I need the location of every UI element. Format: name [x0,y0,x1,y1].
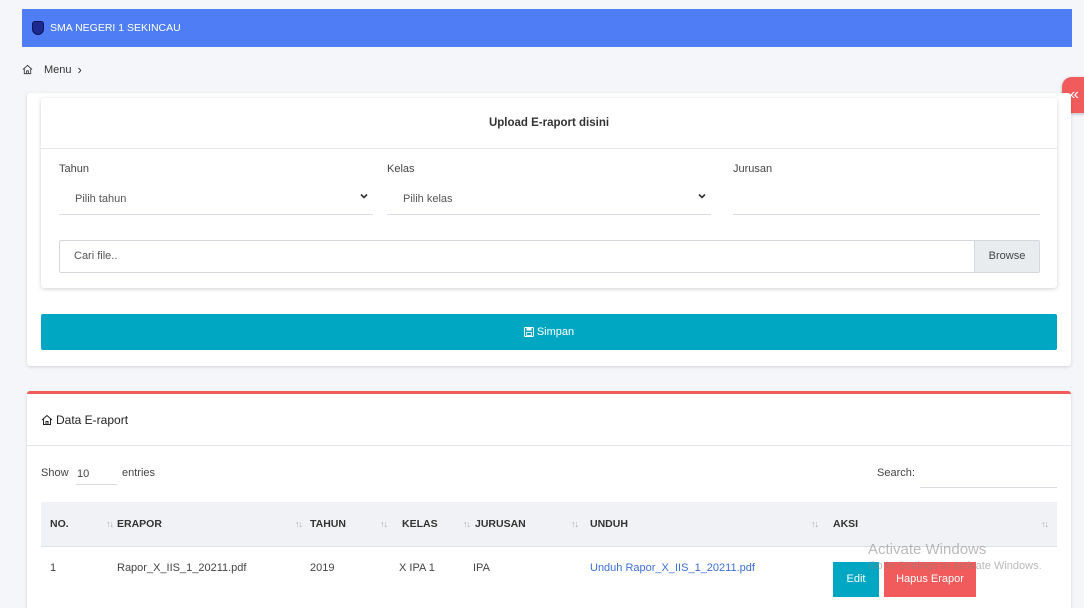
search-label: Search: [877,467,915,479]
cell-no: 1 [50,562,57,574]
file-input[interactable]: Cari file.. [74,241,117,272]
column-header-unduh[interactable]: UNDUH [590,502,628,546]
column-header-jurusan[interactable]: JURUSAN [475,502,526,546]
sort-icon[interactable]: ↑↓ [1041,519,1049,529]
floppy-disk-icon [523,327,534,337]
double-chevron-left-icon: « [1070,86,1079,103]
search-input[interactable] [920,463,1057,488]
column-header-kelas[interactable]: KELAS [402,502,438,546]
table-header-row: NO. ↑↓ ERAPOR ↑↓ TAHUN ↑↓ KELAS ↑↓ JURUS… [41,502,1057,547]
app-title: SMA NEGERI 1 SEKINCAU [50,22,181,34]
school-logo-icon [32,21,44,35]
breadcrumb-separator: › [77,62,82,77]
menu-link[interactable]: Menu [44,64,72,76]
cell-kelas: X IPA 1 [399,562,435,574]
sort-icon[interactable]: ↑↓ [571,519,579,529]
breadcrumb: Menu › [22,62,82,77]
column-header-tahun[interactable]: TAHUN [310,502,346,546]
delete-eraport-button[interactable]: Hapus Erapor [884,562,976,597]
sort-icon[interactable]: ↑↓ [295,519,303,529]
sort-icon[interactable]: ↑↓ [463,519,471,529]
cell-erapor: Rapor_X_IIS_1_20211.pdf [117,562,247,574]
upload-form-card: Upload E-raport disini Tahun Pilih tahun… [27,93,1071,366]
cell-jurusan: IPA [473,562,490,574]
page-length-select[interactable]: 10 [76,464,117,485]
kelas-select[interactable]: Pilih kelas [387,184,711,215]
save-button[interactable]: Simpan [41,314,1057,350]
jurusan-label: Jurusan [733,163,773,175]
card-title-text: Data E-raport [56,413,129,427]
column-header-erapor[interactable]: ERAPOR [117,502,162,546]
sort-icon[interactable]: ↑↓ [380,519,388,529]
show-label: Show [41,467,69,479]
chevron-down-icon [359,184,369,214]
sort-icon[interactable]: ↑↓ [811,519,819,529]
column-header-aksi[interactable]: AKSI [833,502,858,546]
card-header: Data E-raport [27,394,1071,446]
kelas-label: Kelas [387,163,415,175]
home-icon [41,414,53,425]
tahun-label: Tahun [59,163,89,175]
chevron-down-icon [697,184,707,214]
eraport-table-card: Data E-raport Show 10 entries Search: NO… [27,391,1071,608]
app-header: SMA NEGERI 1 SEKINCAU [22,9,1072,47]
home-icon [22,64,33,75]
card-title: Data E-raport [41,413,128,427]
upload-title: Upload E-raport disini [41,98,1057,149]
jurusan-input[interactable] [733,184,1040,215]
download-link[interactable]: Unduh Rapor_X_IIS_1_20211.pdf [590,562,755,574]
entries-label: entries [122,467,156,479]
edit-button[interactable]: Edit [833,562,879,597]
cell-tahun: 2019 [310,562,335,574]
file-picker[interactable]: Cari file.. Browse [59,240,1040,273]
kelas-select-value: Pilih kelas [403,193,453,205]
save-button-label: Simpan [536,326,575,338]
tahun-select[interactable]: Pilih tahun [59,184,373,215]
tahun-select-value: Pilih tahun [75,193,127,205]
column-header-no[interactable]: NO. [50,502,69,546]
upload-panel: Upload E-raport disini Tahun Pilih tahun… [41,98,1057,288]
browse-button[interactable]: Browse [974,241,1039,272]
sort-icon[interactable]: ↑↓ [106,519,114,529]
